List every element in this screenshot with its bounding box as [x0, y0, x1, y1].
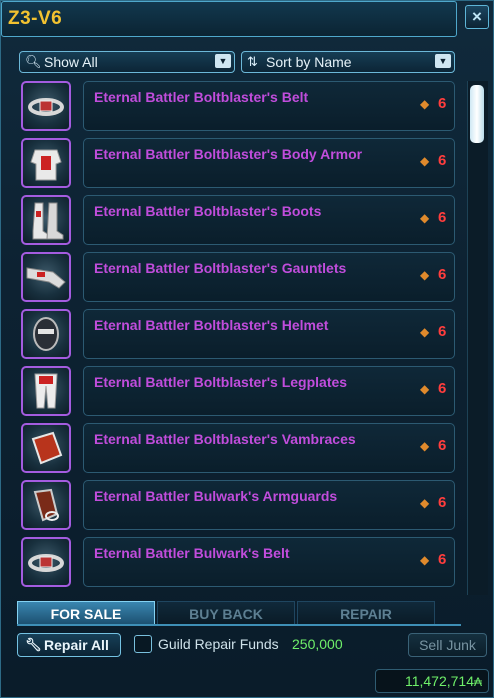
item-price: 6 — [438, 266, 447, 283]
chevron-down-icon: ▼ — [435, 54, 451, 68]
chevron-down-icon: ▼ — [215, 54, 231, 68]
item-card[interactable]: Eternal Battler Boltblaster's Helmet ◆ 6 — [83, 309, 455, 359]
item-price: 6 — [438, 494, 447, 511]
commendation-icon: ◆ — [420, 553, 430, 567]
search-icon: 🔍︎ — [25, 54, 42, 69]
helmet-icon[interactable] — [21, 309, 71, 359]
item-price: 6 — [438, 95, 447, 112]
sort-label: Sort by Name — [266, 54, 352, 70]
tab-buy-back[interactable]: BUY BACK — [157, 601, 295, 625]
credits-amount: 11,472,714 — [404, 673, 474, 689]
list-item[interactable]: Eternal Battler Boltblaster's Gauntlets ◆… — [21, 250, 457, 304]
tab-repair[interactable]: REPAIR — [297, 601, 435, 625]
tab-for-sale[interactable]: FOR SALE — [17, 601, 155, 625]
repair-all-button[interactable]: 🔧︎ Repair All — [17, 633, 121, 657]
commendation-icon: ◆ — [420, 496, 430, 510]
show-filter-dropdown[interactable]: 🔍︎ Show All ▼ — [19, 51, 235, 73]
item-name: Eternal Battler Boltblaster's Belt — [94, 89, 309, 105]
item-price: 6 — [438, 152, 447, 169]
item-price: 6 — [438, 380, 447, 397]
scrollbar[interactable] — [467, 81, 488, 595]
item-card[interactable]: Eternal Battler Boltblaster's Body Armor… — [83, 138, 455, 188]
vendor-window: Z3-V6 × 🔍︎ Show All ▼ ⇅ Sort by Name ▼ E… — [0, 0, 494, 698]
guild-repair-amount: 250,000 — [292, 636, 343, 652]
window-title: Z3-V6 — [8, 8, 63, 29]
item-card[interactable]: Eternal Battler Bulwark's Armguards ◆ 6 — [83, 480, 455, 530]
commendation-icon: ◆ — [420, 154, 430, 168]
item-card[interactable]: Eternal Battler Boltblaster's Belt ◆ 6 — [83, 81, 455, 131]
item-name: Eternal Battler Boltblaster's Helmet — [94, 317, 329, 333]
item-name: Eternal Battler Boltblaster's Body Armor — [94, 146, 363, 162]
item-price: 6 — [438, 323, 447, 340]
item-card[interactable]: Eternal Battler Boltblaster's Vambraces ◆… — [83, 423, 455, 473]
armguards-icon[interactable] — [21, 480, 71, 530]
list-item[interactable]: Eternal Battler Boltblaster's Boots ◆ 6 — [21, 193, 457, 247]
list-item[interactable]: Eternal Battler Boltblaster's Vambraces ◆… — [21, 421, 457, 475]
item-name: Eternal Battler Boltblaster's Boots — [94, 203, 322, 219]
item-name: Eternal Battler Boltblaster's Gauntlets — [94, 260, 347, 276]
guild-repair-checkbox[interactable] — [134, 635, 152, 653]
item-name: Eternal Battler Boltblaster's Legplates — [94, 374, 348, 390]
credits-icon: ₳ — [473, 675, 482, 689]
item-price: 6 — [438, 437, 447, 454]
list-item[interactable]: Eternal Battler Boltblaster's Body Armor… — [21, 136, 457, 190]
item-price: 6 — [438, 209, 447, 226]
commendation-icon: ◆ — [420, 211, 430, 225]
belt-icon[interactable] — [21, 537, 71, 587]
show-filter-label: Show All — [44, 54, 98, 70]
gauntlets-icon[interactable] — [21, 252, 71, 302]
commendation-icon: ◆ — [420, 268, 430, 282]
legplates-icon[interactable] — [21, 366, 71, 416]
sell-junk-button[interactable]: Sell Junk — [408, 633, 487, 657]
tab-divider — [17, 624, 461, 626]
boots-icon[interactable] — [21, 195, 71, 245]
list-item[interactable]: Eternal Battler Bulwark's Armguards ◆ 6 — [21, 478, 457, 532]
list-item[interactable]: Eternal Battler Boltblaster's Legplates ◆… — [21, 364, 457, 418]
commendation-icon: ◆ — [420, 325, 430, 339]
sort-dropdown[interactable]: ⇅ Sort by Name ▼ — [241, 51, 455, 73]
belt-icon[interactable] — [21, 81, 71, 131]
item-card[interactable]: Eternal Battler Boltblaster's Gauntlets ◆… — [83, 252, 455, 302]
title-bar[interactable]: Z3-V6 — [1, 1, 457, 37]
credits-display: 11,472,714₳ — [375, 669, 489, 693]
item-name: Eternal Battler Bulwark's Armguards — [94, 488, 338, 504]
close-button[interactable]: × — [465, 5, 489, 29]
list-item[interactable]: Eternal Battler Boltblaster's Belt ◆ 6 — [21, 79, 457, 133]
list-item[interactable]: Eternal Battler Bulwark's Belt ◆ 6 — [21, 535, 457, 589]
side-decoration — [1, 161, 9, 251]
item-name: Eternal Battler Bulwark's Belt — [94, 545, 290, 561]
vambraces-icon[interactable] — [21, 423, 71, 473]
item-card[interactable]: Eternal Battler Bulwark's Belt ◆ 6 — [83, 537, 455, 587]
close-icon: × — [472, 7, 482, 26]
commendation-icon: ◆ — [420, 97, 430, 111]
item-name: Eternal Battler Boltblaster's Vambraces — [94, 431, 356, 447]
item-card[interactable]: Eternal Battler Boltblaster's Boots ◆ 6 — [83, 195, 455, 245]
wrench-icon: 🔧︎ — [25, 637, 42, 652]
sort-icon: ⇅ — [247, 54, 258, 69]
item-card[interactable]: Eternal Battler Boltblaster's Legplates ◆… — [83, 366, 455, 416]
list-item[interactable]: Eternal Battler Boltblaster's Helmet ◆ 6 — [21, 307, 457, 361]
commendation-icon: ◆ — [420, 439, 430, 453]
repair-all-label: Repair All — [44, 637, 109, 653]
item-list: Eternal Battler Boltblaster's Belt ◆ 6 Eter… — [17, 79, 461, 593]
guild-repair-label: Guild Repair Funds — [158, 636, 279, 652]
body-armor-icon[interactable] — [21, 138, 71, 188]
item-price: 6 — [438, 551, 447, 568]
scrollbar-thumb[interactable] — [470, 85, 484, 143]
commendation-icon: ◆ — [420, 382, 430, 396]
